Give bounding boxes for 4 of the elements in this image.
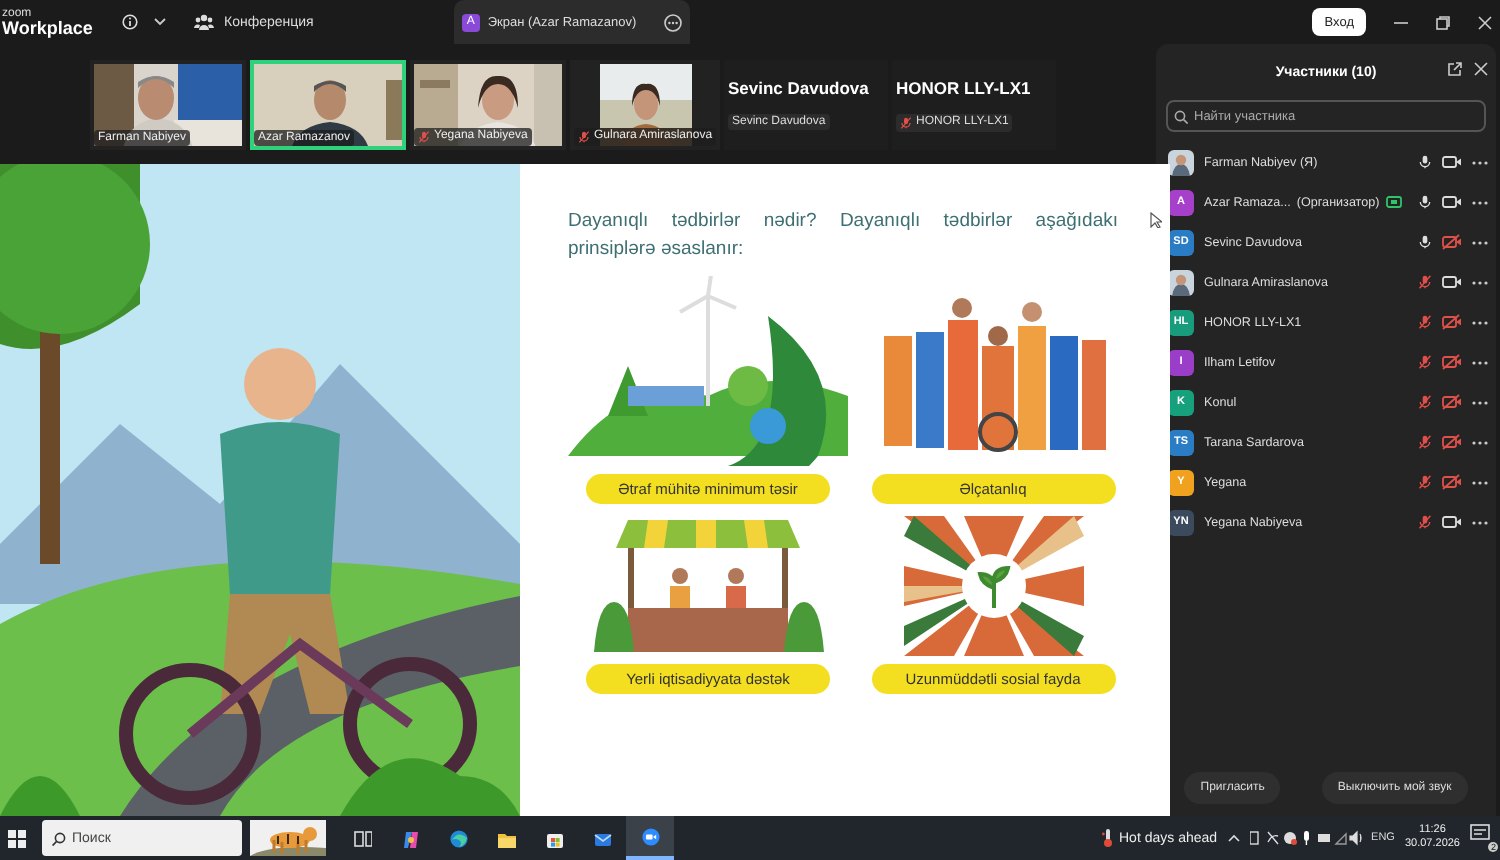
participant-name: HONOR LLY-LX1 <box>896 77 1033 97</box>
slide-text: Dayanıqlı tədbirlər nədir? Dayanıqlı tədbirlər aşağıdakı prinsiplərə əsaslanır: <box>568 208 1118 264</box>
logo-text: Workplace <box>2 19 95 37</box>
participant-name: Sevinc Davudova <box>728 78 871 98</box>
